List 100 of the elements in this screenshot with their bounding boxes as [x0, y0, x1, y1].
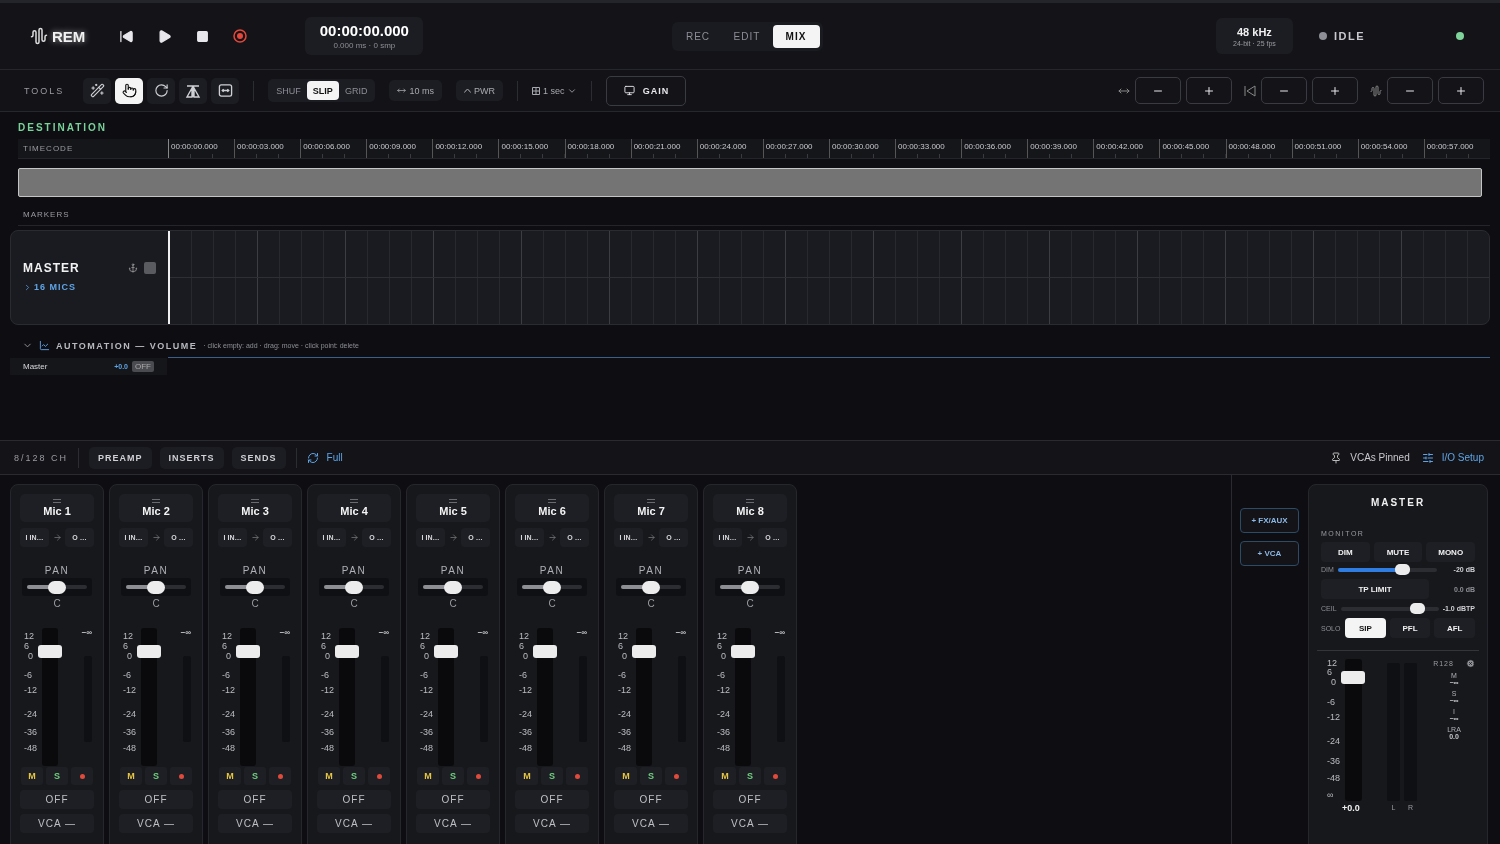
- zoom-in-button[interactable]: [1186, 77, 1232, 104]
- pan-slider[interactable]: [22, 578, 92, 596]
- pan-thumb[interactable]: [246, 580, 264, 594]
- mode-tab[interactable]: REC: [674, 24, 722, 48]
- ceil-slider[interactable]: [1340, 606, 1439, 611]
- pan-thumb[interactable]: [444, 580, 462, 594]
- slider-thumb[interactable]: [1395, 564, 1411, 575]
- pan-slider[interactable]: [121, 578, 191, 596]
- record-arm-button[interactable]: [566, 767, 588, 785]
- tool-button[interactable]: [83, 77, 112, 104]
- fader-thumb[interactable]: [731, 644, 755, 658]
- tool-button[interactable]: [211, 77, 240, 104]
- automation-mode-button[interactable]: OFF: [20, 790, 94, 809]
- fader-thumb[interactable]: [434, 644, 458, 658]
- pan-thumb[interactable]: [345, 580, 363, 594]
- solo-mode-button[interactable]: AFL: [1434, 618, 1475, 638]
- vca-assign-button[interactable]: VCA —: [416, 814, 490, 833]
- gain-button[interactable]: GAIN: [606, 75, 687, 106]
- slider-thumb[interactable]: [1410, 603, 1426, 614]
- fader-thumb[interactable]: [137, 644, 161, 658]
- automation-mode-button[interactable]: OFF: [416, 790, 490, 809]
- mode-tab[interactable]: EDIT: [723, 24, 771, 48]
- vca-assign-button[interactable]: VCA —: [20, 814, 94, 833]
- fade-curve-button[interactable]: PWR: [455, 80, 503, 101]
- vca-assign-button[interactable]: VCA —: [317, 814, 391, 833]
- automation-mode-button[interactable]: OFF: [317, 790, 391, 809]
- channel-mute-toggle[interactable]: M: [615, 767, 637, 785]
- automation-mode-button[interactable]: OFF: [218, 790, 292, 809]
- grid-size-dropdown[interactable]: 1 sec: [531, 80, 578, 101]
- fader-thumb[interactable]: [533, 644, 557, 658]
- pan-thumb[interactable]: [741, 580, 759, 594]
- channel-mute-toggle[interactable]: M: [714, 767, 736, 785]
- vca-assign-button[interactable]: VCA —: [218, 814, 292, 833]
- solo-mode-button[interactable]: PFL: [1389, 618, 1431, 638]
- automation-mode-button[interactable]: OFF: [515, 790, 589, 809]
- channel-solo-toggle[interactable]: S: [343, 767, 365, 785]
- automation-mode-button[interactable]: OFF: [614, 790, 688, 809]
- channel-mute-toggle[interactable]: M: [21, 767, 43, 785]
- vca-assign-button[interactable]: VCA —: [119, 814, 193, 833]
- fader-thumb[interactable]: [38, 644, 62, 658]
- record-arm-button[interactable]: [665, 767, 687, 785]
- pan-thumb[interactable]: [642, 580, 660, 594]
- automation-mode-button[interactable]: OFF: [713, 790, 787, 809]
- channel-solo-toggle[interactable]: S: [442, 767, 464, 785]
- chevron-right-icon[interactable]: [23, 282, 32, 292]
- add-bus-button[interactable]: + VCA: [1240, 541, 1299, 566]
- zoom-in-button[interactable]: [1438, 77, 1484, 104]
- tool-button[interactable]: [147, 77, 176, 104]
- record-arm-button[interactable]: [467, 767, 489, 785]
- tp-limit-button[interactable]: TP LIMIT: [1321, 579, 1429, 599]
- nudge-button[interactable]: 10 ms: [389, 80, 442, 101]
- pan-slider[interactable]: [616, 578, 686, 596]
- channel-solo-toggle[interactable]: S: [739, 767, 761, 785]
- channel-solo-toggle[interactable]: S: [46, 767, 68, 785]
- pan-slider[interactable]: [220, 578, 290, 596]
- channel-mute-toggle[interactable]: M: [120, 767, 142, 785]
- dim-slider[interactable]: [1337, 567, 1437, 572]
- mode-tab[interactable]: MIX: [772, 24, 820, 48]
- monitor-button[interactable]: MONO: [1426, 542, 1475, 562]
- pan-thumb[interactable]: [48, 580, 66, 594]
- fader-thumb[interactable]: [335, 644, 359, 658]
- tool-button[interactable]: [179, 77, 208, 104]
- channel-mute-toggle[interactable]: M: [417, 767, 439, 785]
- channel-solo-toggle[interactable]: S: [640, 767, 662, 785]
- vca-assign-button[interactable]: VCA —: [614, 814, 688, 833]
- fader-thumb[interactable]: [632, 644, 656, 658]
- pan-thumb[interactable]: [543, 580, 561, 594]
- edit-mode-tab[interactable]: SLIP: [306, 81, 339, 100]
- channel-solo-toggle[interactable]: S: [145, 767, 167, 785]
- monitor-button[interactable]: MUTE: [1373, 542, 1423, 562]
- solo-mode-button[interactable]: SIP: [1345, 618, 1386, 638]
- channel-solo-toggle[interactable]: S: [541, 767, 563, 785]
- monitor-button[interactable]: DIM: [1321, 542, 1370, 562]
- channel-mute-toggle[interactable]: M: [318, 767, 340, 785]
- record-arm-button[interactable]: [170, 767, 192, 785]
- close-icon[interactable]: [1465, 659, 1475, 668]
- fader-thumb[interactable]: [236, 644, 260, 658]
- pan-thumb[interactable]: [147, 580, 165, 594]
- pan-slider[interactable]: [715, 578, 785, 596]
- automation-mode-button[interactable]: OFF: [119, 790, 193, 809]
- zoom-in-button[interactable]: [1312, 77, 1358, 104]
- record-arm-button[interactable]: [71, 767, 93, 785]
- lane-toggle[interactable]: OFF: [132, 361, 154, 372]
- pan-slider[interactable]: [319, 578, 389, 596]
- channel-mute-toggle[interactable]: M: [219, 767, 241, 785]
- view-mode-link[interactable]: Full: [326, 452, 343, 463]
- section-button[interactable]: PREAMP: [89, 446, 152, 469]
- section-button[interactable]: SENDS: [231, 446, 286, 469]
- pan-slider[interactable]: [517, 578, 587, 596]
- track-group-link[interactable]: 16 MICS: [34, 282, 76, 292]
- section-button[interactable]: INSERTS: [159, 446, 224, 469]
- channel-mute-toggle[interactable]: M: [516, 767, 538, 785]
- vca-assign-button[interactable]: VCA —: [515, 814, 589, 833]
- channel-solo-toggle[interactable]: S: [244, 767, 266, 785]
- tool-button[interactable]: [115, 77, 144, 104]
- edit-mode-tab[interactable]: SHUF: [270, 81, 307, 100]
- record-arm-button[interactable]: [368, 767, 390, 785]
- record-arm-button[interactable]: [764, 767, 786, 785]
- add-bus-button[interactable]: + FX/AUX: [1240, 508, 1299, 533]
- record-arm-button[interactable]: [269, 767, 291, 785]
